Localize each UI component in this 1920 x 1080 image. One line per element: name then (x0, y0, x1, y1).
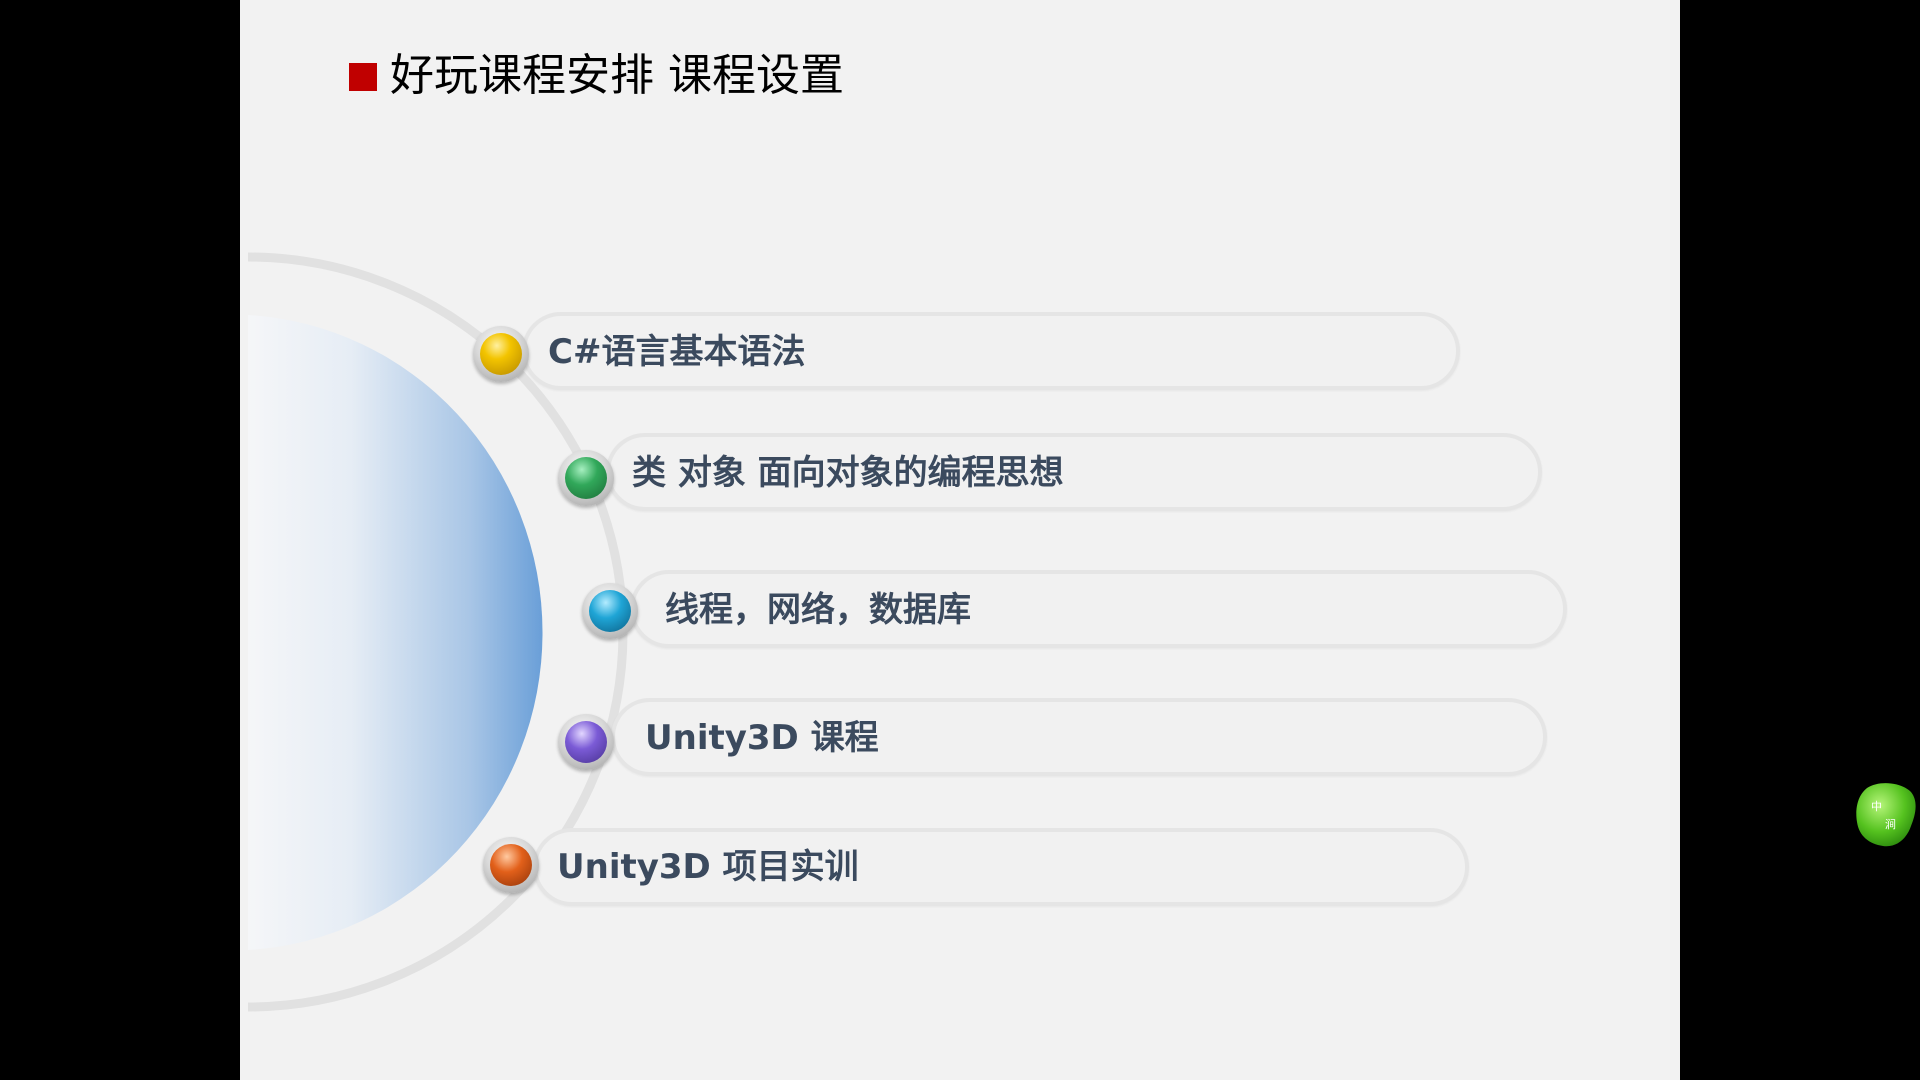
bullet-core (565, 457, 607, 499)
purple-bullet-icon (558, 714, 614, 770)
orange-bullet-icon (483, 837, 539, 893)
yellow-bullet-icon (473, 326, 529, 382)
logo-char-2: 涧 (1885, 818, 1896, 831)
course-item-4-label: Unity3D 课程 (645, 718, 879, 758)
logo-char-1: 中 (1871, 800, 1882, 813)
course-item-2-label: 类 对象 面向对象的编程思想 (632, 453, 1064, 493)
bullet-core (490, 844, 532, 886)
logo-blob (1856, 783, 1916, 847)
green-bullet-icon (558, 450, 614, 506)
arc-decoration (247, 252, 628, 1012)
course-item-1-label: C#语言基本语法 (548, 332, 806, 372)
bullet-core (565, 721, 607, 763)
bullet-core (589, 590, 631, 632)
bullet-core (480, 333, 522, 375)
slide: 好玩课程安排 课程设置 C#语言基本语法 类 对象 面向对象的编程思想 线程，网… (240, 0, 1680, 1080)
course-item-3-label: 线程，网络，数据库 (665, 590, 971, 630)
floating-logo-icon[interactable]: 中 涧 (1853, 780, 1917, 850)
course-item-5-label: Unity3D 项目实训 (557, 847, 859, 887)
presentation-viewport: 好玩课程安排 课程设置 C#语言基本语法 类 对象 面向对象的编程思想 线程，网… (0, 0, 1920, 1080)
blue-bullet-icon (582, 583, 638, 639)
